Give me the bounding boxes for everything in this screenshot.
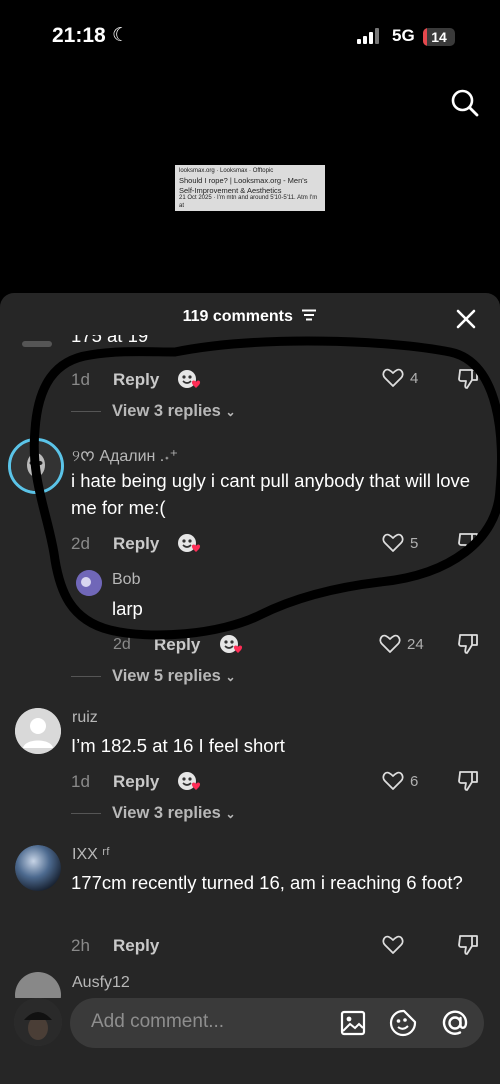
video-headline: Should I rope? | Looksmax.org - Men's Se… xyxy=(179,175,308,195)
divider xyxy=(71,411,101,412)
heart-icon[interactable] xyxy=(382,935,404,955)
like-count: 4 xyxy=(410,370,419,387)
filter-icon[interactable] xyxy=(301,309,317,321)
reply-button[interactable]: Reply xyxy=(113,370,159,390)
comment-username[interactable]: ୨ᰔ Адалин .˖⁺ xyxy=(72,445,178,469)
heart-icon[interactable] xyxy=(382,368,404,388)
chevron-down-icon: ⌄ xyxy=(225,807,236,821)
comment-age: 2h xyxy=(71,936,90,955)
emoji-sticker-icon[interactable] xyxy=(389,1009,417,1037)
like-count: 6 xyxy=(410,773,419,790)
mention-icon[interactable] xyxy=(440,1008,470,1038)
reply-button[interactable]: Reply xyxy=(113,772,159,792)
react-sticker-icon[interactable] xyxy=(176,532,204,556)
signal-icon xyxy=(357,28,379,44)
image-icon[interactable] xyxy=(340,1010,366,1036)
network-label: 5G xyxy=(392,26,415,45)
react-sticker-icon[interactable] xyxy=(176,770,204,794)
dislike-icon[interactable] xyxy=(457,367,481,391)
comment-age: 1d xyxy=(71,370,90,389)
react-sticker-icon[interactable] xyxy=(218,633,246,657)
video-screenshot[interactable]: looksmax.org · Looksmax · Offtopic Shoul… xyxy=(175,165,325,211)
avatar[interactable] xyxy=(15,708,61,754)
like-count: 5 xyxy=(410,535,419,552)
moon-icon: ☾ xyxy=(112,25,130,46)
divider xyxy=(71,813,101,814)
chevron-down-icon: ⌄ xyxy=(225,405,236,419)
view-replies-button[interactable]: View 5 replies ⌄ xyxy=(112,667,236,686)
comment-age: 1d xyxy=(71,772,90,791)
comment-text: I’m 182.5 at 16 I feel short xyxy=(71,735,285,756)
comment-username[interactable]: ruiz xyxy=(72,709,98,727)
comments-count[interactable]: 119 comments xyxy=(0,308,500,326)
heart-icon[interactable] xyxy=(382,771,404,791)
avatar[interactable] xyxy=(15,972,61,998)
avatar[interactable] xyxy=(76,570,102,596)
avatar[interactable] xyxy=(15,845,61,891)
status-time: 21:18 xyxy=(52,24,106,47)
dislike-icon[interactable] xyxy=(457,531,481,555)
avatar xyxy=(22,341,52,347)
battery-icon: 14 xyxy=(423,28,455,46)
view-replies-button[interactable]: View 3 replies ⌄ xyxy=(112,804,236,823)
dislike-icon[interactable] xyxy=(457,933,481,957)
comment-placeholder: Add comment... xyxy=(91,1011,225,1032)
heart-icon[interactable] xyxy=(379,634,401,654)
battery-level: 14 xyxy=(431,29,447,45)
heart-icon[interactable] xyxy=(382,533,404,553)
video-snippet: 21 Oct 2025 · I'm mtn and around 5'10-5'… xyxy=(179,195,318,210)
video-source: looksmax.org · Looksmax · Offtopic xyxy=(179,168,274,174)
comment-username[interactable]: Ausfy12 xyxy=(72,974,130,992)
comment-text: larp xyxy=(112,598,143,619)
status-bar: 21:18 ☾ 5G 14 xyxy=(0,0,500,70)
like-count: 24 xyxy=(407,636,424,653)
comment-partial: Ausfy12 xyxy=(0,968,500,998)
dislike-icon[interactable] xyxy=(457,769,481,793)
view-replies-label: View 3 replies xyxy=(112,402,221,420)
my-avatar xyxy=(14,998,62,1046)
view-replies-button[interactable]: View 3 replies ⌄ xyxy=(112,402,236,421)
chevron-down-icon: ⌄ xyxy=(225,670,236,684)
avatar[interactable] xyxy=(8,438,64,494)
comment-text: 177cm recently turned 16, am i reaching … xyxy=(71,872,463,893)
comment-username[interactable]: Bob xyxy=(112,571,140,589)
react-sticker-icon[interactable] xyxy=(176,368,204,392)
reply-button[interactable]: Reply xyxy=(154,635,200,655)
comment-text: 175 at 19 xyxy=(71,335,149,346)
close-icon[interactable] xyxy=(456,309,476,329)
view-replies-label: View 5 replies xyxy=(112,667,221,685)
view-replies-label: View 3 replies xyxy=(112,804,221,822)
comments-title: 119 comments xyxy=(182,308,293,325)
reply-button[interactable]: Reply xyxy=(113,936,159,956)
search-icon[interactable] xyxy=(450,88,480,118)
comment-cutoff: 175 at 19 xyxy=(0,335,500,353)
divider xyxy=(71,676,101,677)
comment-age: 2d xyxy=(71,534,90,553)
comment-text: i hate being ugly i cant pull anybody th… xyxy=(71,470,471,518)
reply-button[interactable]: Reply xyxy=(113,534,159,554)
comment-username[interactable]: IXX ʳᶠ xyxy=(72,846,110,864)
comment-age: 2d xyxy=(113,636,131,653)
dislike-icon[interactable] xyxy=(457,632,481,656)
